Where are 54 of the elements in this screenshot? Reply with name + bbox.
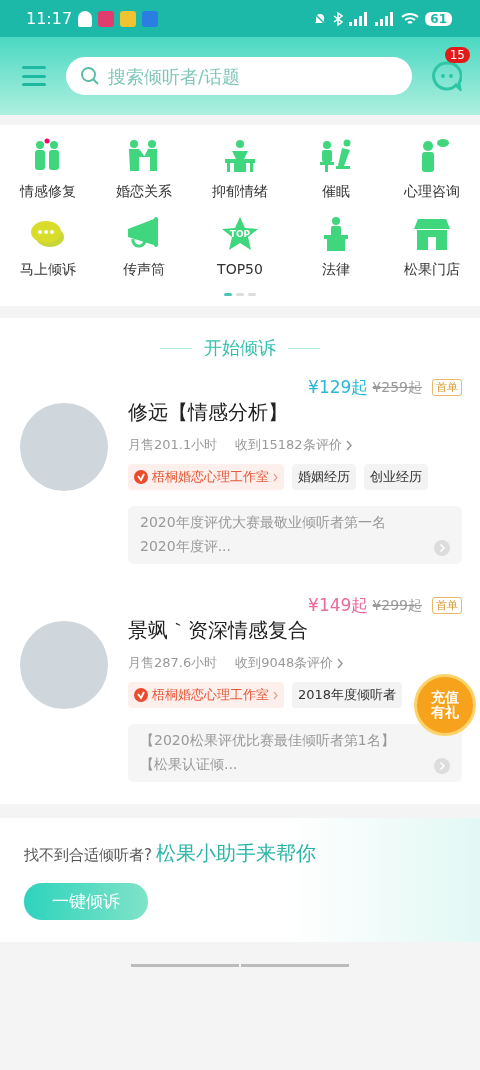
helper-prompt: 找不到合适倾听者? (24, 846, 152, 865)
bluetooth-icon (333, 11, 344, 26)
price: ¥129起 (308, 376, 369, 399)
original-price: ¥259起 (372, 378, 422, 397)
monthly-sales: 月售287.6小时 (128, 654, 218, 672)
intro-text: 2020年度评... (140, 538, 232, 556)
first-order-tag: 首单 (432, 379, 462, 396)
monthly-sales: 月售201.1小时 (128, 436, 218, 454)
app-icon (98, 10, 115, 27)
status-time: 11:17 (26, 9, 73, 28)
intro-text: 【松果认证倾... (140, 756, 239, 774)
chevron-right-icon (273, 472, 278, 482)
app-icon (142, 10, 159, 27)
first-order-tag: 首单 (432, 597, 462, 614)
category-item[interactable]: TOP TOP50 (192, 215, 288, 279)
verified-icon (134, 470, 148, 484)
verified-icon (134, 688, 148, 702)
original-price: ¥299起 (372, 596, 422, 615)
listener-name[interactable]: 修远【情感分析】 (128, 399, 462, 426)
price: ¥149起 (308, 594, 369, 617)
search-icon (80, 66, 100, 86)
chevron-right-icon (273, 690, 278, 700)
helper-slogan: 松果小助手来帮你 (155, 840, 316, 867)
experience-tag: 创业经历 (364, 464, 428, 490)
experience-tag: 婚姻经历 (292, 464, 356, 490)
arrow-circle-icon (434, 758, 450, 774)
listener-name[interactable]: 景飒｀资深情感复合 (128, 617, 462, 644)
message-count-badge: 15 (444, 47, 470, 63)
chat-face-icon[interactable] (432, 61, 462, 91)
signal-icon (375, 11, 396, 26)
wifi-icon (401, 11, 420, 26)
category-item[interactable]: 婚恋关系 (96, 137, 192, 201)
star-icon: TOP (220, 215, 260, 253)
arrow-circle-icon (434, 540, 450, 556)
category-item[interactable]: 法律 (288, 215, 384, 279)
chevron-right-icon (337, 657, 345, 669)
category-item[interactable]: 传声筒 (96, 215, 192, 279)
intro-text: 2020年度评优大赛最敬业倾听者第一名 (140, 514, 387, 532)
category-item[interactable]: 抑郁情绪 (192, 137, 288, 201)
battery-indicator: 61 (425, 11, 452, 26)
bell-muted-icon (313, 11, 328, 26)
category-item[interactable]: 松果门店 (384, 215, 480, 279)
app-icon (120, 10, 137, 27)
search-field[interactable]: 搜索倾听者/话题 (66, 57, 412, 95)
experience-tag: 2018年度倾听者 (292, 682, 403, 708)
menu-icon[interactable] (22, 66, 46, 86)
chevron-right-icon (345, 439, 353, 451)
category-item[interactable]: 马上倾诉 (0, 215, 96, 279)
section-title: 开始倾诉 (204, 336, 276, 360)
signal-icon (349, 11, 370, 26)
category-item[interactable]: 情感修复 (0, 137, 96, 201)
category-item[interactable]: 心理咨询 (384, 137, 480, 201)
category-item[interactable]: 催眠 (288, 137, 384, 201)
intro-text: 【2020松果评优比赛最佳倾听者第1名】 (140, 732, 396, 750)
